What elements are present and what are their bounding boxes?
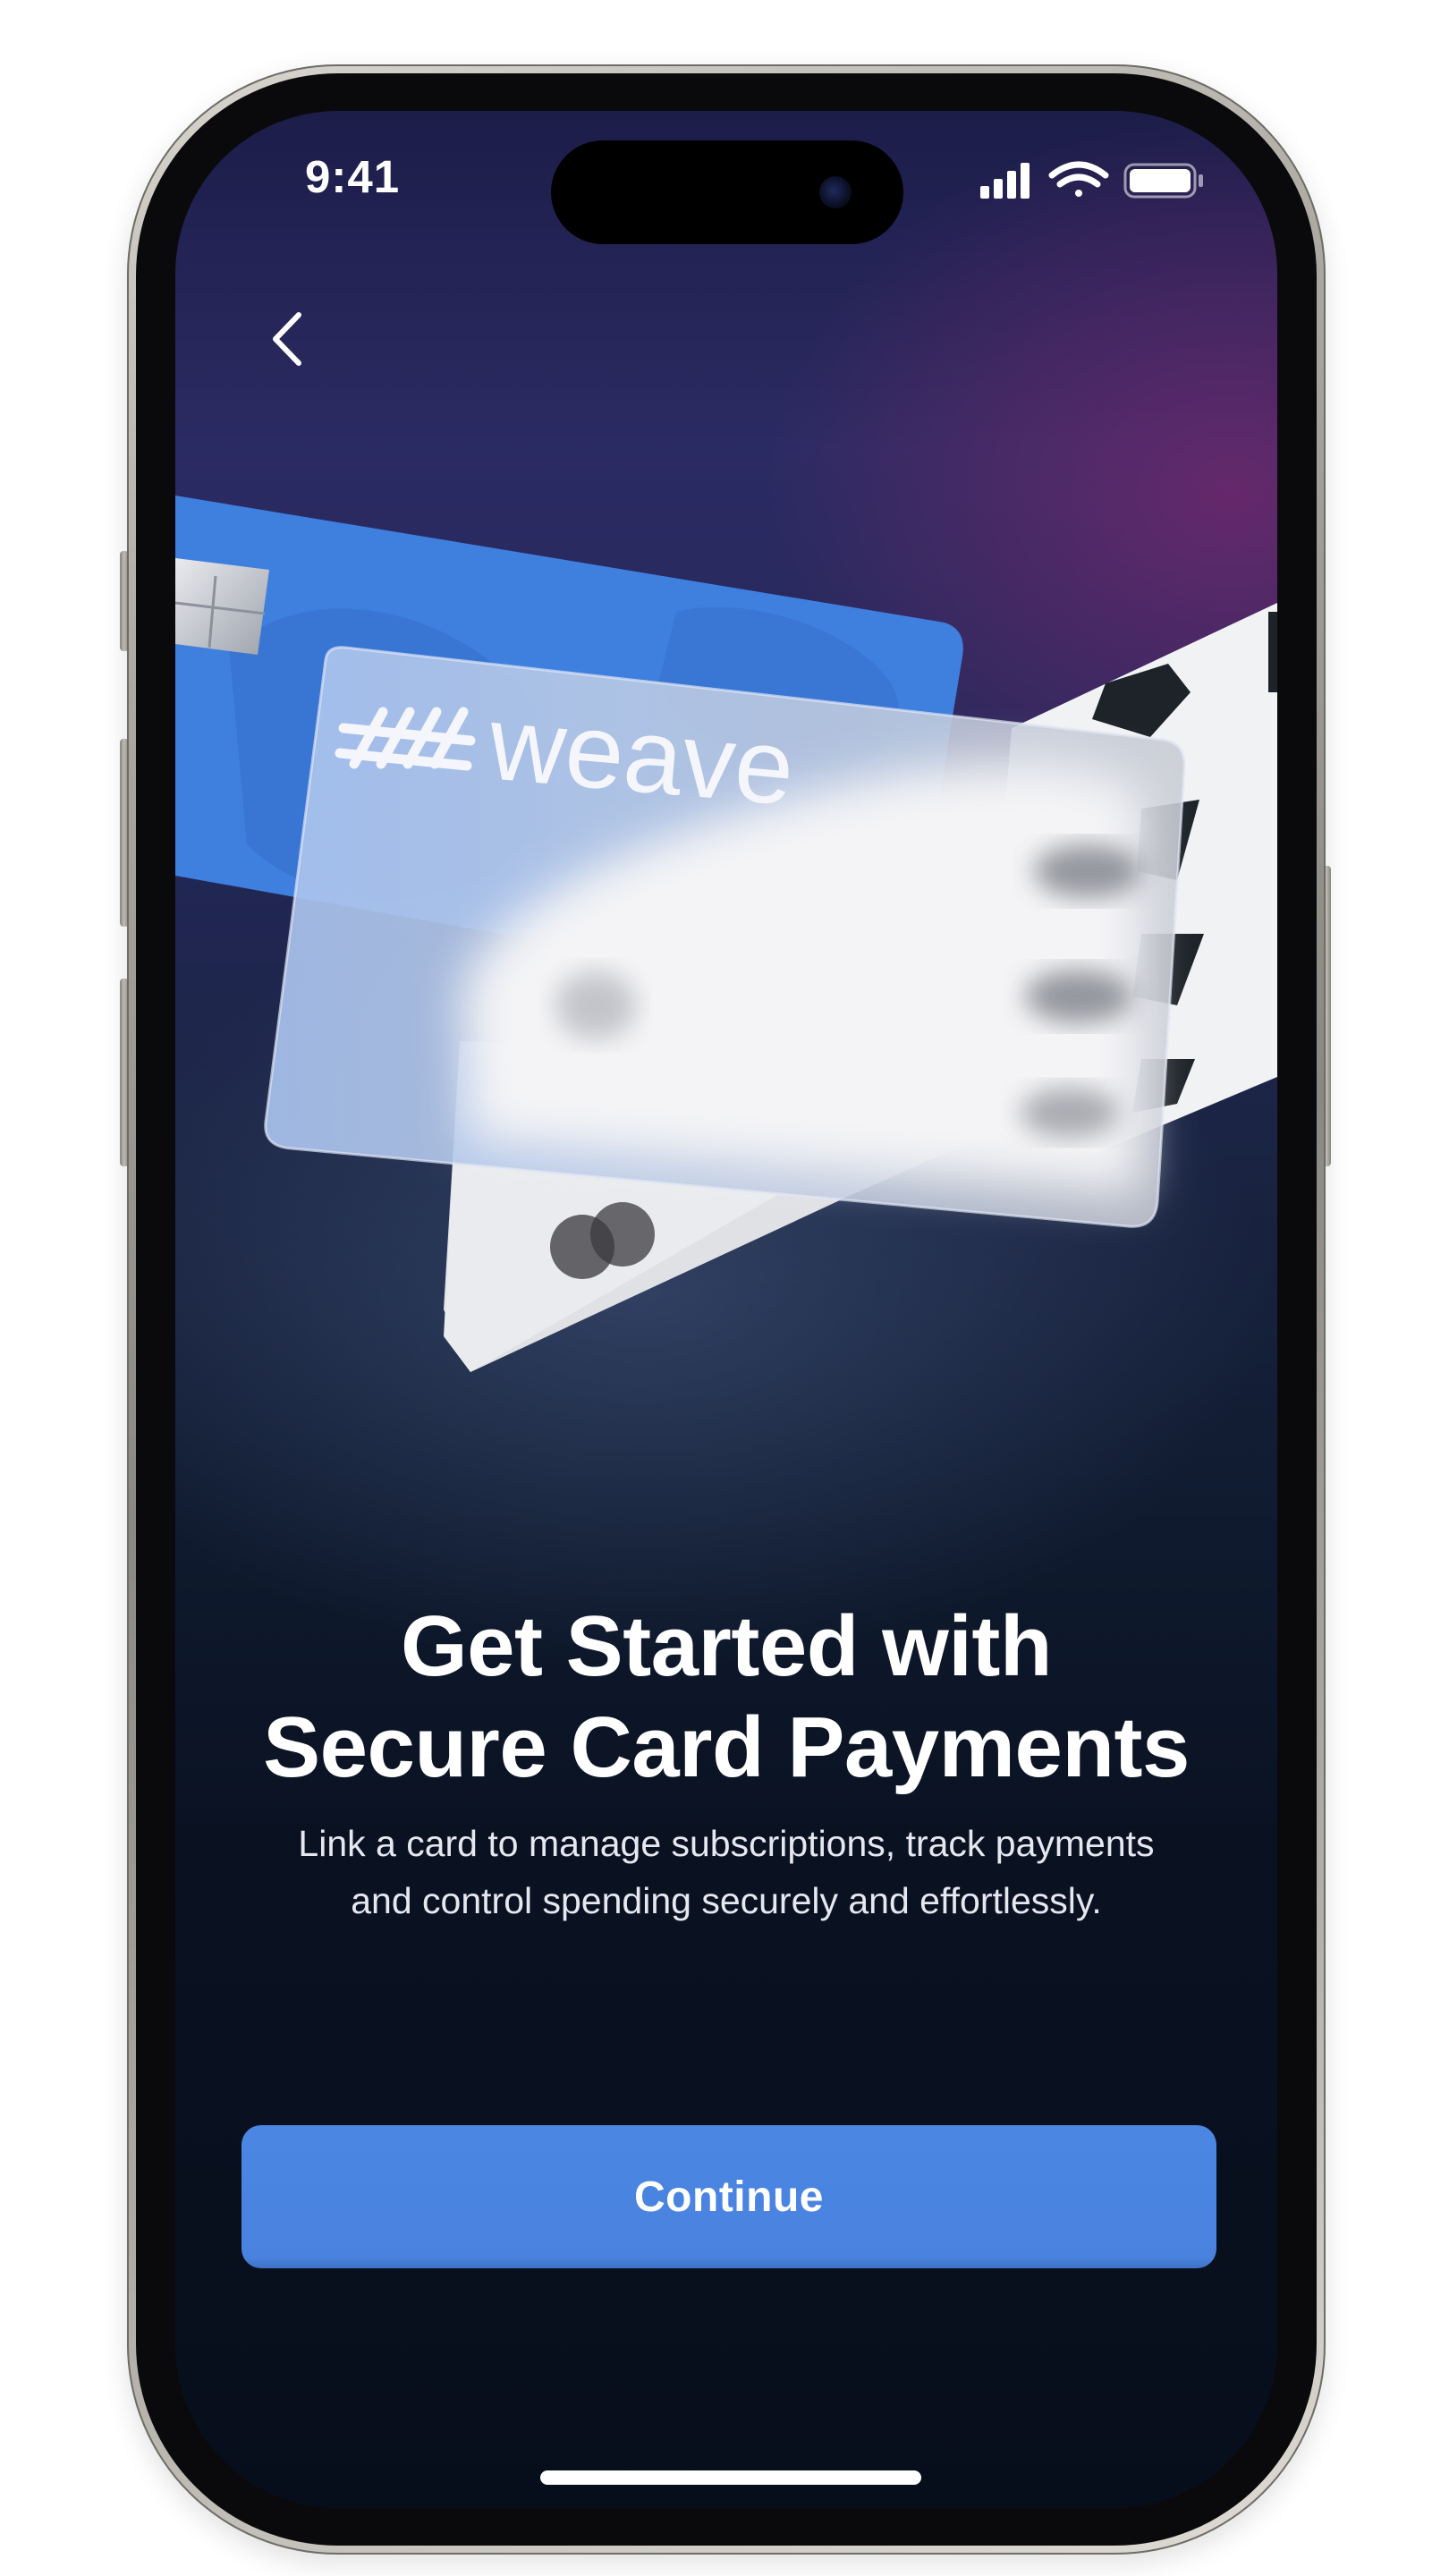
page-subtitle: Link a card to manage subscriptions, tra… [229,1815,1224,1929]
home-indicator[interactable] [540,2470,921,2485]
back-button[interactable] [252,299,324,379]
device-mockup: weave 9:41 Get Started with Secure Card … [0,0,1449,2576]
continue-button[interactable]: Continue [242,2125,1216,2268]
subtitle-line-1: Link a card to manage subscriptions, tra… [298,1823,1155,1864]
battery-icon [1123,163,1203,199]
card-illustration: weave [175,496,1277,1372]
page-title: Get Started with Secure Card Payments [229,1596,1224,1798]
title-line-1: Get Started with [400,1598,1053,1694]
screen: weave 9:41 Get Started with Secure Card … [175,111,1277,2508]
camera-lens [819,176,852,208]
subtitle-line-2: and control spending securely and effort… [351,1880,1102,1921]
frosted-weave-card: weave [264,646,1186,1228]
status-icons [980,161,1203,199]
cellular-signal-icon [980,163,1030,199]
status-time: 9:41 [305,151,401,202]
dynamic-island [551,140,903,244]
chip-icon [175,558,269,655]
card-network-circle-right [590,1202,655,1267]
title-line-2: Secure Card Payments [263,1699,1190,1795]
chevron-left-icon [273,312,301,366]
wifi-icon [1048,161,1109,197]
